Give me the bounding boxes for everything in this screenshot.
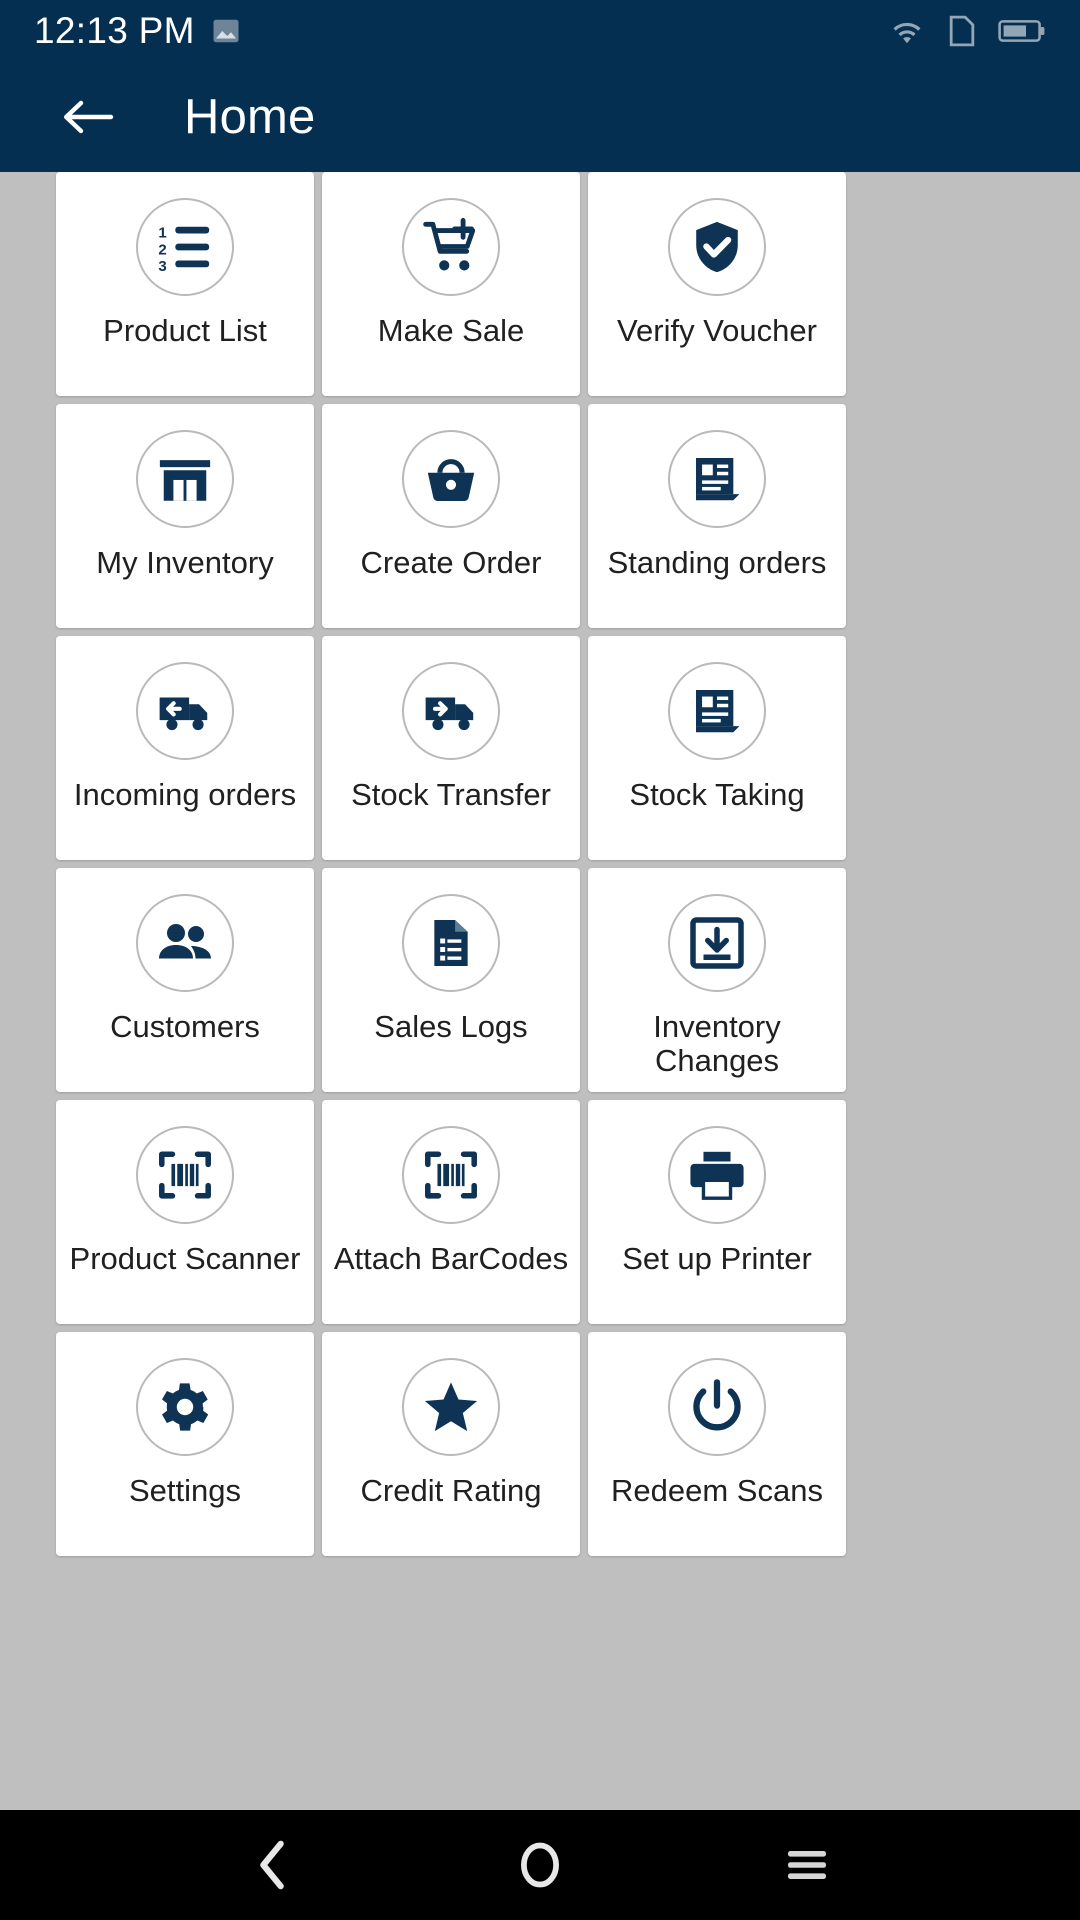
printer-icon (668, 1126, 766, 1224)
status-bar: 12:13 PM (0, 0, 1080, 62)
tile-product-scanner[interactable]: Product Scanner (56, 1100, 314, 1324)
tile-label: Customers (110, 1009, 260, 1044)
import-download-icon (668, 894, 766, 992)
page-title: Home (184, 90, 316, 144)
numbered-list-icon: 1 2 3 (136, 198, 234, 296)
nav-recents-button[interactable] (759, 1817, 855, 1913)
tile-verify-voucher[interactable]: Verify Voucher (588, 172, 846, 396)
tile-set-up-printer[interactable]: Set up Printer (588, 1100, 846, 1324)
tile-label: My Inventory (96, 545, 274, 580)
store-icon (136, 430, 234, 528)
tile-settings[interactable]: Settings (56, 1332, 314, 1556)
power-icon (668, 1358, 766, 1456)
tile-label: Verify Voucher (617, 313, 817, 348)
tile-label: Make Sale (377, 313, 525, 348)
tile-create-order[interactable]: Create Order (322, 404, 580, 628)
svg-text:1: 1 (158, 224, 166, 241)
tile-label: Inventory Changes (653, 1009, 781, 1079)
tile-sales-logs[interactable]: Sales Logs (322, 868, 580, 1092)
star-icon (402, 1358, 500, 1456)
tile-label: Incoming orders (73, 777, 297, 812)
tile-label: Redeem Scans (611, 1473, 823, 1508)
svg-text:3: 3 (158, 258, 166, 275)
barcode-scan-icon (136, 1126, 234, 1224)
status-bar-icons (888, 14, 1046, 48)
tile-label: Stock Taking (629, 777, 805, 812)
nav-back-button[interactable] (225, 1817, 321, 1913)
tile-label: Settings (128, 1473, 241, 1508)
tile-attach-barcodes[interactable]: Attach BarCodes (322, 1100, 580, 1324)
tile-my-inventory[interactable]: My Inventory (56, 404, 314, 628)
barcode-scan-icon (402, 1126, 500, 1224)
svg-text:2: 2 (158, 241, 166, 258)
tile-label: Set up Printer (622, 1241, 812, 1276)
tile-label: Standing orders (607, 545, 827, 580)
nav-home-button[interactable] (492, 1817, 588, 1913)
app-bar: Home (0, 62, 1080, 172)
tile-label: Product List (103, 313, 267, 348)
tile-label: Sales Logs (374, 1009, 528, 1044)
tile-stock-transfer[interactable]: Stock Transfer (322, 636, 580, 860)
document-list-icon (668, 662, 766, 760)
tile-standing-orders[interactable]: Standing orders (588, 404, 846, 628)
shield-check-icon (668, 198, 766, 296)
people-icon (136, 894, 234, 992)
tile-label: Attach BarCodes (333, 1241, 569, 1276)
tile-customers[interactable]: Customers (56, 868, 314, 1092)
truck-incoming-icon (136, 662, 234, 760)
tile-credit-rating[interactable]: Credit Rating (322, 1332, 580, 1556)
tile-label: Credit Rating (360, 1473, 542, 1508)
home-menu-scroll[interactable]: 1 2 3 Product List Make Sale Verify Vouc… (0, 172, 1080, 1810)
tile-label: Stock Transfer (351, 777, 551, 812)
image-icon (211, 16, 241, 46)
cart-plus-icon (402, 198, 500, 296)
tile-make-sale[interactable]: Make Sale (322, 172, 580, 396)
tile-label: Product Scanner (69, 1241, 301, 1276)
truck-outgoing-icon (402, 662, 500, 760)
home-menu-grid: 1 2 3 Product List Make Sale Verify Vouc… (0, 172, 1080, 1556)
file-list-icon (402, 894, 500, 992)
tile-redeem-scans[interactable]: Redeem Scans (588, 1332, 846, 1556)
tile-stock-taking[interactable]: Stock Taking (588, 636, 846, 860)
status-bar-clock: 12:13 PM (34, 10, 195, 51)
wifi-icon (888, 16, 926, 46)
tile-product-list[interactable]: 1 2 3 Product List (56, 172, 314, 396)
tile-label: Create Order (360, 545, 542, 580)
tile-inventory-changes[interactable]: Inventory Changes (588, 868, 846, 1092)
sim-card-icon (948, 14, 976, 48)
battery-icon (998, 17, 1046, 45)
tile-incoming-orders[interactable]: Incoming orders (56, 636, 314, 860)
basket-icon (402, 430, 500, 528)
gear-icon (136, 1358, 234, 1456)
back-button[interactable] (56, 86, 118, 148)
document-list-icon (668, 430, 766, 528)
system-nav-bar (0, 1810, 1080, 1920)
phone-screen: 12:13 PM Home 1 2 3 Product List Make Sa… (0, 0, 1080, 1920)
